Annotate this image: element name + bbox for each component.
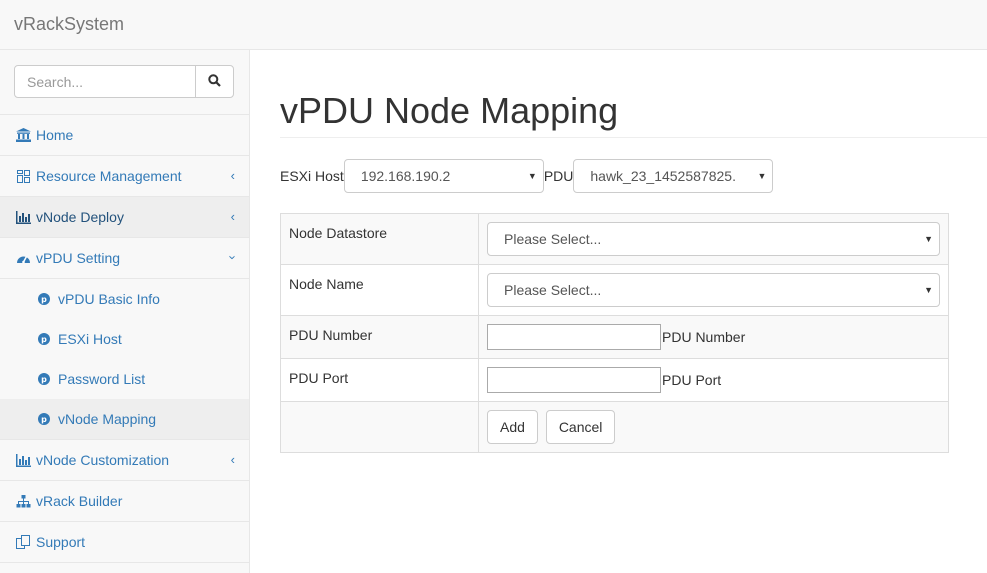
pdu-port-label: PDU Port (280, 358, 479, 402)
pdu-port-input[interactable] (487, 367, 661, 393)
page-title: vPDU Node Mapping (280, 90, 619, 131)
sidebar-item-label: Home (36, 127, 74, 143)
caret-down-icon: ▼ (527, 171, 537, 181)
pdu-label: PDU (543, 168, 574, 184)
pdu-number-input[interactable] (487, 324, 661, 350)
sidebar-item-label: vNode Deploy (36, 209, 124, 225)
title-divider (280, 137, 987, 138)
svg-text:p: p (41, 415, 47, 424)
sidebar-item-support[interactable]: Support (0, 522, 249, 563)
gauge-icon (15, 250, 31, 266)
search-button[interactable] (195, 65, 234, 98)
pinterest-icon: p (37, 372, 51, 386)
node-datastore-select[interactable]: Please Select... ▼ (487, 222, 940, 256)
filter-row: ESXi Host 192.168.190.2 ▼ PDU hawk_23_14… (280, 159, 774, 193)
sidebar-search (0, 50, 249, 115)
pdu-select[interactable]: hawk_23_1452587825. ▼ (573, 159, 774, 193)
sidebar-item-label: Resource Management (36, 168, 182, 184)
esxi-host-select-value: 192.168.190.2 (360, 168, 451, 184)
bar-chart-icon (15, 452, 31, 468)
search-icon (208, 73, 221, 90)
chevron-left-icon: ‹ (230, 168, 235, 183)
add-button[interactable]: Add (487, 410, 538, 444)
sidebar-subitem-label: ESXi Host (58, 331, 122, 347)
sidebar-subitem-password-list[interactable]: p Password List (0, 359, 249, 399)
pdu-number-label: PDU Number (280, 315, 479, 359)
svg-text:p: p (41, 335, 47, 344)
node-name-label: Node Name (280, 264, 479, 316)
sidebar-subitem-label: vPDU Basic Info (58, 291, 160, 307)
bar-chart-icon (15, 209, 31, 225)
node-datastore-select-value: Please Select... (504, 231, 602, 247)
chevron-left-icon: ‹ (230, 452, 235, 467)
node-mapping-form: Node Datastore Please Select... ▼ Node N… (280, 213, 949, 453)
sidebar-subitem-label: Password List (58, 371, 146, 387)
sidebar-item-vrack-builder[interactable]: vRack Builder (0, 481, 249, 522)
dashboard-icon (15, 168, 31, 184)
pinterest-icon: p (37, 332, 51, 346)
sidebar-item-vnode-customization[interactable]: vNode Customization ‹ (0, 440, 249, 481)
svg-text:p: p (41, 375, 47, 384)
pdu-select-value: hawk_23_1452587825. (590, 168, 736, 184)
search-input[interactable] (14, 65, 196, 98)
files-icon (15, 534, 31, 550)
chevron-left-icon: ‹ (230, 209, 235, 224)
node-datastore-label: Node Datastore (280, 213, 479, 265)
sidebar-item-label: Support (36, 534, 86, 550)
chevron-down-icon: ‹ (223, 255, 239, 260)
esxi-host-label: ESXi Host (280, 168, 344, 184)
top-navbar: vRackSystem (0, 0, 987, 50)
caret-down-icon: ▼ (924, 234, 933, 244)
sidebar-subitem-label: vNode Mapping (58, 411, 157, 427)
app-brand[interactable]: vRackSystem (14, 14, 124, 35)
table-row: PDU Number PDU Number (280, 315, 949, 359)
sidebar-item-home[interactable]: Home (0, 115, 249, 156)
pdu-number-suffix: PDU Number (662, 329, 746, 345)
sidebar-item-label: vRack Builder (36, 493, 123, 509)
sidebar-item-label: vPDU Setting (36, 250, 121, 266)
node-name-select-value: Please Select... (504, 282, 602, 298)
table-row: Node Name Please Select... ▼ (280, 264, 949, 316)
sidebar-subitem-vnode-mapping[interactable]: p vNode Mapping (0, 399, 249, 439)
caret-down-icon: ▼ (757, 171, 767, 181)
sidebar-subitem-vpdu-basic-info[interactable]: p vPDU Basic Info (0, 279, 249, 319)
node-name-select[interactable]: Please Select... ▼ (487, 273, 940, 307)
pinterest-icon: p (37, 412, 51, 426)
sitemap-icon (15, 493, 31, 509)
sidebar-item-vnode-deploy[interactable]: vNode Deploy ‹ (0, 197, 249, 238)
table-row: Add Cancel (280, 401, 949, 453)
caret-down-icon: ▼ (924, 285, 933, 295)
pdu-port-suffix: PDU Port (662, 372, 722, 388)
sidebar-subitem-esxi-host[interactable]: p ESXi Host (0, 319, 249, 359)
esxi-host-select[interactable]: 192.168.190.2 ▼ (343, 159, 544, 193)
sidebar-item-label: vNode Customization (36, 452, 170, 468)
sidebar: Home Resource Management ‹ vNode Deploy … (0, 50, 250, 573)
table-row: PDU Port PDU Port (280, 358, 949, 402)
vpdu-setting-submenu: p vPDU Basic Info p ESXi Host p Password… (0, 279, 249, 440)
table-row: Node Datastore Please Select... ▼ (280, 213, 949, 265)
cancel-button[interactable]: Cancel (545, 410, 616, 444)
svg-text:p: p (41, 295, 47, 304)
sidebar-item-vpdu-setting[interactable]: vPDU Setting ‹ (0, 238, 249, 279)
pinterest-icon: p (37, 292, 51, 306)
sidebar-item-resource-management[interactable]: Resource Management ‹ (0, 156, 249, 197)
bank-icon (15, 127, 31, 143)
